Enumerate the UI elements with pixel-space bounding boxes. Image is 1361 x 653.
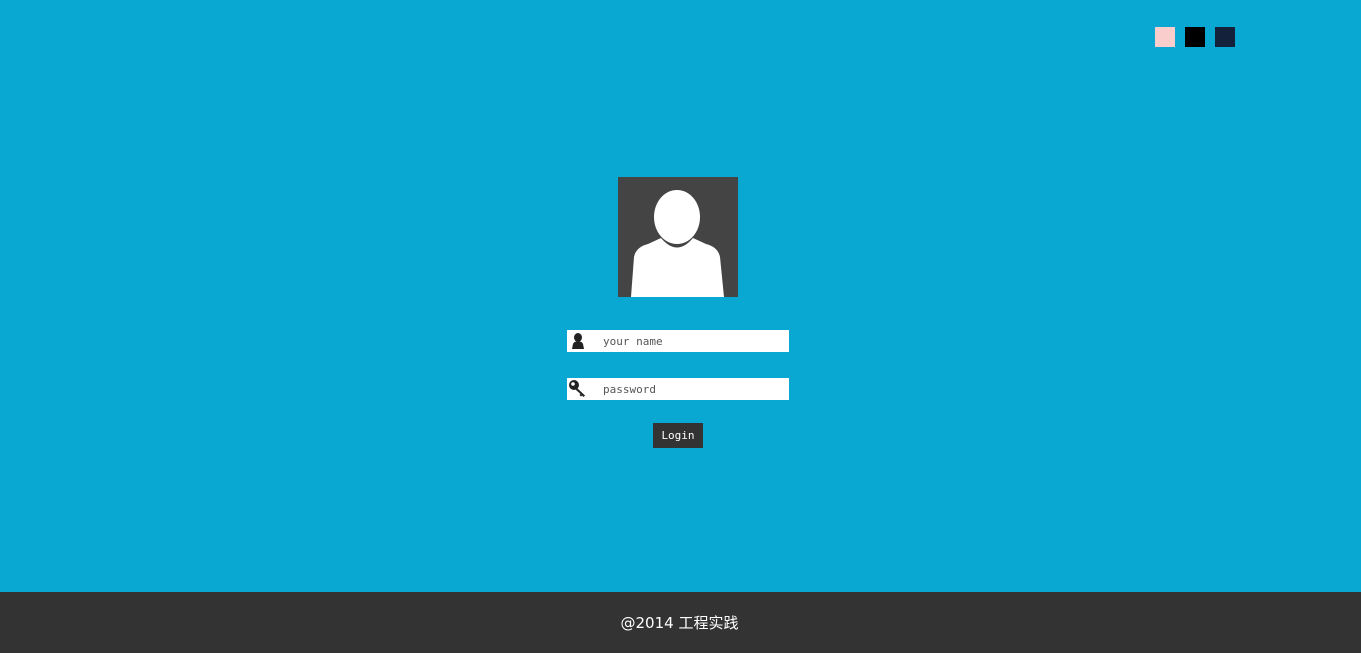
avatar xyxy=(618,177,738,297)
footer: @2014 工程实践 xyxy=(0,592,1361,653)
username-input[interactable] xyxy=(589,331,789,351)
theme-swatch-pink[interactable] xyxy=(1155,27,1175,47)
username-field xyxy=(567,330,789,352)
footer-copyright: @2014 工程实践 xyxy=(620,614,739,632)
theme-swatch-navy[interactable] xyxy=(1215,27,1235,47)
key-icon xyxy=(567,378,589,400)
user-icon xyxy=(567,330,589,352)
theme-switcher xyxy=(1155,27,1235,47)
theme-swatch-black[interactable] xyxy=(1185,27,1205,47)
password-field xyxy=(567,378,789,400)
login-button[interactable]: Login xyxy=(653,423,703,448)
password-input[interactable] xyxy=(589,379,789,399)
user-silhouette-icon xyxy=(631,190,724,297)
